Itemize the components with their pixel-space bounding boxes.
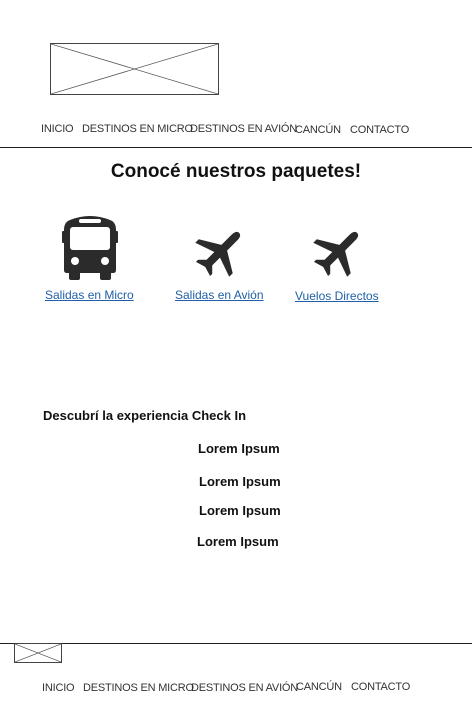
bus-icon[interactable] [62,214,118,280]
list-item: Lorem Ipsum [198,441,280,456]
footer-nav-destinos-micro[interactable]: DESTINOS EN MICRO [83,682,194,694]
link-vuelos-directos[interactable]: Vuelos Directos [295,289,379,303]
link-salidas-avion[interactable]: Salidas en Avión [175,288,264,302]
section-subtitle: Descubrí la experiencia Check In [43,408,247,423]
footer-nav-destinos-avion[interactable]: DESTINOS EN AVIÓN [191,682,298,694]
list-item: Lorem Ipsum [199,503,281,518]
footer-divider [0,643,472,644]
footer-nav-inicio[interactable]: INICIO [42,682,75,694]
nav-cancun[interactable]: CANCÚN [295,124,341,136]
airplane-icon[interactable] [311,225,365,279]
logo-placeholder[interactable] [50,43,219,95]
airplane-icon[interactable] [193,225,247,279]
nav-destinos-avion[interactable]: DESTINOS EN AVIÓN [190,123,297,135]
nav-contacto[interactable]: CONTACTO [350,124,409,136]
header-divider [0,147,472,148]
image-placeholder-icon [51,44,218,94]
image-placeholder-icon [15,644,61,662]
list-item: Lorem Ipsum [197,534,279,549]
footer-logo-placeholder[interactable] [14,643,62,663]
footer-nav-cancun[interactable]: CANCÚN [296,681,342,693]
footer-nav-contacto[interactable]: CONTACTO [351,681,410,693]
page-title: Conocé nuestros paquetes! [110,161,362,182]
nav-inicio[interactable]: INICIO [41,123,74,135]
nav-destinos-micro[interactable]: DESTINOS EN MICRO [82,123,193,135]
link-salidas-micro[interactable]: Salidas en Micro [45,288,134,302]
list-item: Lorem Ipsum [199,474,281,489]
